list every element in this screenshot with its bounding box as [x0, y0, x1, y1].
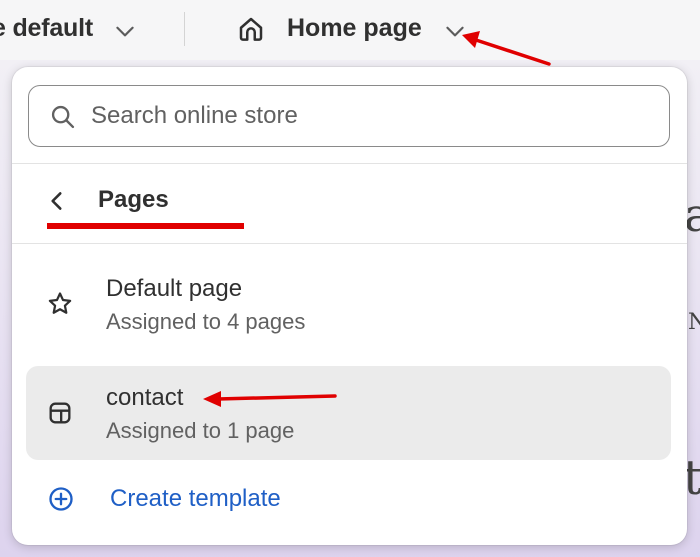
template-item-subtitle: Assigned to 4 pages [106, 309, 306, 334]
chevron-down-icon[interactable] [442, 18, 468, 44]
back-to-categories-button[interactable]: Pages [12, 164, 687, 242]
chevron-down-icon[interactable] [112, 18, 138, 44]
search-input[interactable] [91, 96, 651, 136]
home-icon [239, 17, 263, 41]
preview-glyph: N [688, 310, 700, 335]
template-item-contact[interactable]: contact Assigned to 1 page [26, 366, 671, 460]
template-item-subtitle: Assigned to 1 page [106, 418, 295, 443]
topbar-divider [184, 12, 185, 46]
chevron-left-icon[interactable] [44, 188, 70, 214]
top-bar: e default Home page [0, 0, 700, 60]
create-template-button[interactable]: Create template [26, 471, 671, 527]
plus-circle-icon [49, 487, 73, 511]
template-picker-dropdown: Pages Default page Assigned to 4 pages c… [12, 67, 687, 545]
star-icon [48, 292, 72, 314]
template-item-title: Default page [106, 275, 243, 302]
template-item-default-page[interactable]: Default page Assigned to 4 pages [26, 257, 671, 351]
create-template-label: Create template [110, 485, 281, 512]
divider [12, 243, 687, 244]
page-selector-label[interactable]: Home page [287, 14, 422, 43]
section-title: Pages [98, 186, 169, 213]
search-field[interactable] [28, 85, 670, 147]
layout-icon [49, 402, 71, 424]
theme-selector-label[interactable]: e default [0, 14, 93, 43]
search-icon [51, 105, 75, 129]
template-item-title: contact [106, 384, 184, 411]
